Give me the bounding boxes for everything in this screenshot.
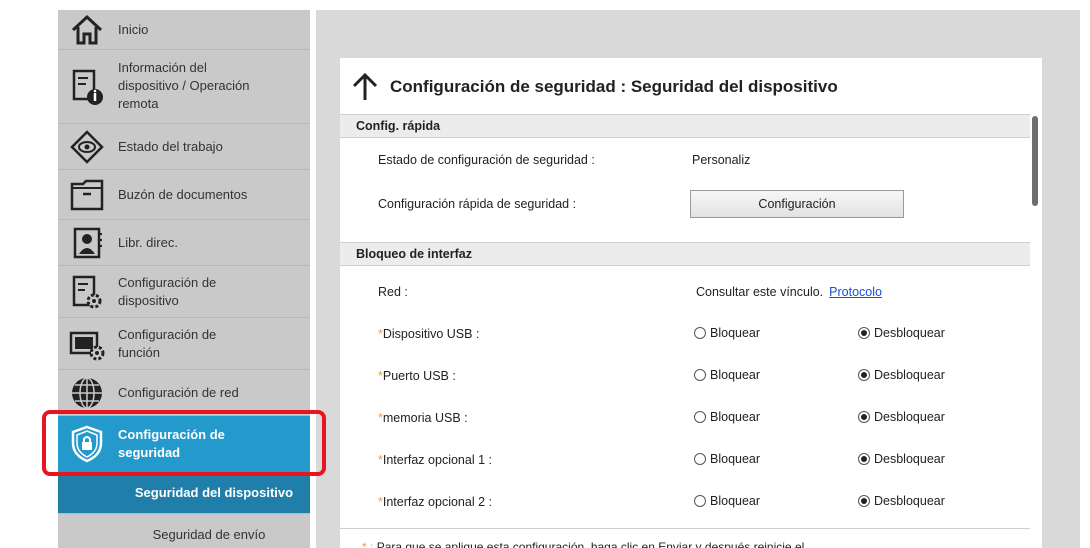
job-status-icon — [68, 128, 106, 166]
sidebar-item-label: Configuración de dispositivo — [118, 275, 217, 308]
sidebar-item-function-settings[interactable]: Configuración de función — [58, 318, 310, 370]
main-panel: Configuración de seguridad : Seguridad d… — [340, 58, 1042, 548]
sidebar: Inicio Información del dispositivo / Ope… — [58, 10, 310, 548]
network-label: Red : — [378, 285, 408, 299]
quick-setup-label: Configuración rápida de seguridad : — [378, 197, 577, 211]
sidebar-item-label: Inicio — [118, 22, 149, 37]
sidebar-subitem-device-security[interactable]: Seguridad del dispositivo — [58, 472, 310, 514]
sidebar-item-device-settings[interactable]: Configuración de dispositivo — [58, 266, 310, 318]
sidebar-item-label: Configuración de red — [118, 385, 239, 400]
configuration-button[interactable]: Configuración — [690, 190, 904, 218]
section-header-quick: Config. rápida — [340, 114, 1030, 138]
network-row: Red : Consultar este vínculo. Protocolo — [340, 282, 1030, 304]
sidebar-item-label: Información del dispositivo / Operación … — [118, 60, 250, 111]
sidebar-subitem-send-security[interactable]: Seguridad de envío — [58, 514, 310, 548]
security-status-row: Estado de configuración de seguridad : P… — [340, 150, 1030, 172]
protocol-link[interactable]: Protocolo — [829, 285, 882, 299]
device-settings-icon — [68, 273, 106, 311]
lock-radio[interactable]: Bloquear — [694, 494, 760, 508]
home-icon — [68, 11, 106, 49]
network-globe-icon — [68, 374, 106, 412]
lock-row-usb-port: *Puerto USB : Bloquear Desbloquear — [340, 366, 1030, 388]
sidebar-item-label: Buzón de documentos — [118, 187, 248, 202]
sidebar-item-network[interactable]: Configuración de red — [58, 370, 310, 416]
sidebar-item-document-box[interactable]: Buzón de documentos — [58, 170, 310, 220]
sidebar-item-security[interactable]: Configuración de seguridad — [58, 416, 310, 472]
sidebar-item-label: Estado del trabajo — [118, 139, 223, 154]
lock-radio[interactable]: Bloquear — [694, 368, 760, 382]
unlock-radio[interactable]: Desbloquear — [858, 410, 945, 424]
security-status-label: Estado de configuración de seguridad : — [378, 153, 595, 167]
address-book-icon — [68, 224, 106, 262]
lock-row-usb-memory: *memoria USB : Bloquear Desbloquear — [340, 408, 1030, 430]
security-status-value: Personaliz — [692, 153, 751, 167]
unlock-radio[interactable]: Desbloquear — [858, 368, 945, 382]
document-box-icon — [68, 176, 106, 214]
lock-radio[interactable]: Bloquear — [694, 326, 760, 340]
lock-row-usb-device: *Dispositivo USB : Bloquear Desbloquear — [340, 324, 1030, 346]
unlock-radio[interactable]: Desbloquear — [858, 452, 945, 466]
function-settings-icon — [68, 325, 106, 363]
screenshot-canvas: Inicio Información del dispositivo / Ope… — [0, 0, 1090, 548]
lock-radio[interactable]: Bloquear — [694, 410, 760, 424]
unlock-radio[interactable]: Desbloquear — [858, 494, 945, 508]
sidebar-subitem-label: Seguridad del dispositivo — [134, 485, 294, 500]
quick-setup-row: Configuración rápida de seguridad : Conf… — [340, 190, 1030, 218]
sidebar-item-label: Configuración de seguridad — [118, 427, 225, 460]
sidebar-subitem-label: Seguridad de envío — [152, 526, 266, 542]
footer-divider — [340, 528, 1030, 529]
sidebar-item-label: Configuración de función — [118, 327, 217, 360]
lock-row-label: *Dispositivo USB : — [378, 327, 480, 341]
network-value: Consultar este vínculo. Protocolo — [696, 285, 882, 299]
lock-row-optional-interface-2: *Interfaz opcional 2 : Bloquear Desbloqu… — [340, 492, 1030, 514]
footer-note: * : Para que se aplique esta configuraci… — [362, 540, 805, 548]
lock-row-label: *Interfaz opcional 2 : — [378, 495, 492, 509]
sidebar-item-label: Libr. direc. — [118, 235, 178, 250]
lock-row-optional-interface-1: *Interfaz opcional 1 : Bloquear Desbloqu… — [340, 450, 1030, 472]
sidebar-item-home[interactable]: Inicio — [58, 10, 310, 50]
device-info-icon — [68, 68, 106, 106]
section-header-interface-lock: Bloqueo de interfaz — [340, 242, 1030, 266]
lock-row-label: *Puerto USB : — [378, 369, 456, 383]
lock-row-label: *memoria USB : — [378, 411, 468, 425]
network-text: Consultar este vínculo. — [696, 285, 824, 299]
lock-radio[interactable]: Bloquear — [694, 452, 760, 466]
sidebar-item-job-status[interactable]: Estado del trabajo — [58, 124, 310, 170]
vertical-scrollbar[interactable] — [1032, 116, 1038, 206]
lock-row-label: *Interfaz opcional 1 : — [378, 453, 492, 467]
up-arrow-icon[interactable] — [352, 73, 378, 101]
sidebar-item-device-info[interactable]: Información del dispositivo / Operación … — [58, 50, 310, 124]
page-title: Configuración de seguridad : Seguridad d… — [352, 72, 838, 102]
unlock-radio[interactable]: Desbloquear — [858, 326, 945, 340]
security-shield-icon — [68, 425, 106, 463]
sidebar-item-address-book[interactable]: Libr. direc. — [58, 220, 310, 266]
page-title-text: Configuración de seguridad : Seguridad d… — [390, 77, 838, 96]
